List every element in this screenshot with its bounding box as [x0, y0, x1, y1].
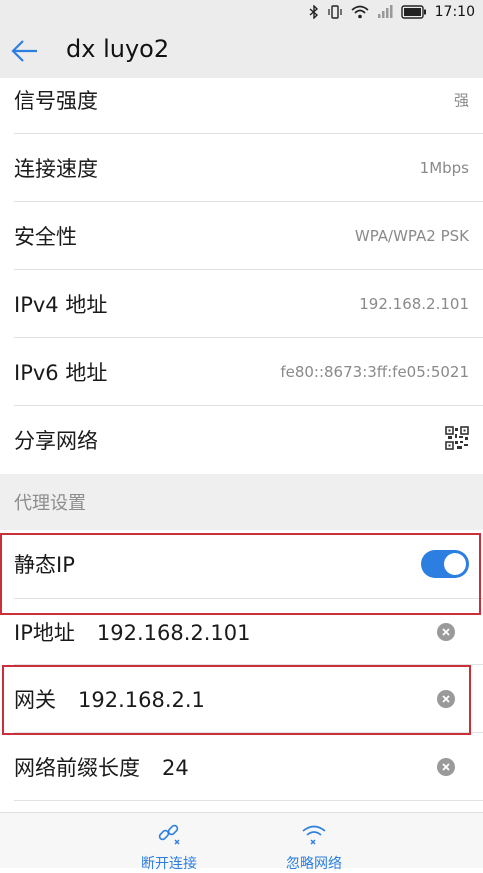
detail-row-ipv4: IPv4 地址 192.168.2.101 [0, 270, 483, 338]
signal-icon [377, 5, 393, 19]
divider [14, 800, 483, 801]
battery-icon [400, 5, 427, 19]
bluetooth-icon [309, 5, 319, 19]
detail-label: IPv4 地址 [14, 293, 108, 317]
detail-row-ipv6: IPv6 地址 fe80::8673:3ff:fe05:5021 [0, 338, 483, 406]
disconnect-button[interactable]: 断开连接 [99, 813, 239, 872]
proxy-section-header: 代理设置 [0, 474, 483, 530]
prefix-length-label: 网络前缀长度 [14, 756, 140, 780]
clear-icon[interactable] [437, 623, 455, 641]
detail-label: IPv6 地址 [14, 361, 108, 385]
detail-value: 强 [453, 91, 469, 110]
status-bar: 17:10 [0, 0, 483, 24]
section-label: 代理设置 [14, 493, 86, 514]
bottom-action-bar: 断开连接 忽略网络 [0, 812, 483, 872]
detail-label: 信号强度 [14, 89, 98, 113]
ip-address-field[interactable]: IP地址 192.168.2.101 [0, 598, 483, 666]
detail-row-signal-strength: 信号强度 强 [0, 66, 483, 134]
prefix-field-text[interactable]: 网络前缀长度 24 [14, 752, 189, 782]
forget-network-button[interactable]: 忽略网络 [244, 813, 384, 872]
static-ip-toggle[interactable] [421, 550, 469, 578]
ip-address-label: IP地址 [14, 621, 75, 645]
gateway-field[interactable]: 网关 192.168.2.1 [0, 665, 483, 733]
clear-icon[interactable] [437, 758, 455, 776]
status-time: 17:10 [434, 4, 475, 20]
detail-value: WPA/WPA2 PSK [354, 227, 469, 245]
static-ip-row[interactable]: 静态IP [0, 530, 483, 598]
detail-label: 连接速度 [14, 157, 98, 181]
forget-network-label: 忽略网络 [286, 856, 342, 872]
broken-link-icon [156, 821, 182, 851]
prefix-length-value: 24 [162, 756, 189, 780]
detail-value: fe80::8673:3ff:fe05:5021 [280, 363, 469, 381]
detail-label: 安全性 [14, 225, 77, 249]
page-title: dx luyo2 [66, 35, 170, 63]
detail-row-security: 安全性 WPA/WPA2 PSK [0, 202, 483, 270]
detail-label: 分享网络 [14, 429, 98, 453]
share-network-row[interactable]: 分享网络 [0, 406, 483, 474]
gateway-label: 网关 [14, 688, 56, 712]
static-ip-label: 静态IP [14, 553, 75, 577]
wifi-forget-icon [300, 821, 328, 851]
qr-code-icon[interactable] [445, 426, 469, 454]
back-arrow-icon[interactable] [10, 36, 40, 66]
gateway-value: 192.168.2.1 [78, 688, 205, 712]
detail-row-link-speed: 连接速度 1Mbps [0, 134, 483, 202]
prefix-length-field[interactable]: 网络前缀长度 24 [0, 733, 483, 801]
detail-value: 1Mbps [419, 159, 469, 177]
wifi-icon [351, 5, 369, 19]
clear-icon[interactable] [437, 690, 455, 708]
gateway-field-text[interactable]: 网关 192.168.2.1 [14, 684, 205, 714]
vibrate-icon [327, 5, 343, 19]
detail-value: 192.168.2.101 [359, 295, 469, 313]
ip-address-value: 192.168.2.101 [96, 621, 251, 645]
ip-field-text[interactable]: IP地址 192.168.2.101 [14, 617, 251, 647]
disconnect-label: 断开连接 [141, 856, 197, 872]
